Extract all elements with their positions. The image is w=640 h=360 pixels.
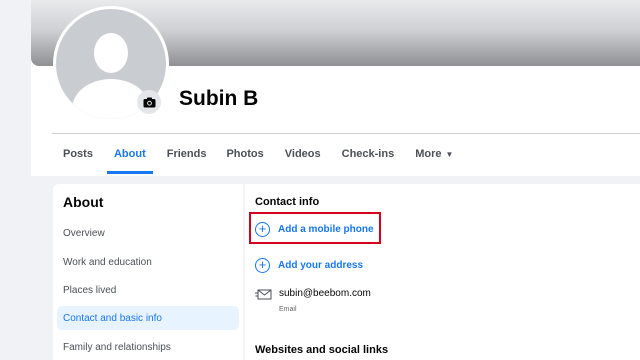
tab-photos-label: Photos xyxy=(226,148,264,160)
add-address-label: Add your address xyxy=(278,259,364,271)
avatar-head-shape xyxy=(94,33,128,73)
sidebar-item-label: Overview xyxy=(63,227,105,239)
tab-about[interactable]: About xyxy=(107,134,153,174)
sidebar-item-overview[interactable]: Overview xyxy=(57,221,239,245)
tab-more-label: More xyxy=(415,148,442,160)
plus-circle-icon: + xyxy=(255,221,270,237)
tab-posts-label: Posts xyxy=(63,148,93,160)
email-row: subin@beebom.com Email xyxy=(255,288,371,313)
tab-check-ins-label: Check-ins xyxy=(341,148,395,160)
email-type-label: Email xyxy=(279,306,297,313)
plus-circle-icon: + xyxy=(255,257,270,273)
add-mobile-phone-button[interactable]: + Add a mobile phone xyxy=(255,219,374,239)
websites-title: Websites and social links xyxy=(255,344,389,356)
tab-more[interactable]: More ▼ xyxy=(415,134,453,174)
sidebar-item-work-education[interactable]: Work and education xyxy=(57,250,239,274)
add-address-button[interactable]: + Add your address xyxy=(255,255,363,275)
tab-posts[interactable]: Posts xyxy=(63,134,93,174)
envelope-icon xyxy=(255,289,272,300)
profile-tabs: Posts About Friends Photos Videos Check-… xyxy=(52,134,453,174)
sidebar-item-places-lived[interactable]: Places lived xyxy=(57,278,239,302)
camera-icon xyxy=(143,97,155,107)
sidebar-item-label: Work and education xyxy=(63,256,152,268)
tab-videos[interactable]: Videos xyxy=(285,134,321,174)
sidebar-item-label: Places lived xyxy=(63,284,117,296)
tab-photos[interactable]: Photos xyxy=(226,134,263,174)
tab-friends-label: Friends xyxy=(166,148,207,160)
tab-videos-label: Videos xyxy=(284,148,321,160)
email-value: subin@beebom.com xyxy=(279,288,371,299)
tab-friends[interactable]: Friends xyxy=(167,134,207,174)
sidebar-item-label: Contact and basic info xyxy=(63,312,162,324)
profile-name: Subin B xyxy=(179,87,259,110)
tab-about-label: About xyxy=(113,148,146,160)
sidebar-item-contact-basic-info[interactable]: Contact and basic info xyxy=(57,306,239,330)
update-photo-button[interactable] xyxy=(137,90,161,114)
profile-header: Subin B Posts About Friends Photos Video… xyxy=(31,0,640,176)
tab-check-ins[interactable]: Check-ins xyxy=(342,134,395,174)
sidebar-item-family-relationships[interactable]: Family and relationships xyxy=(57,335,239,359)
contact-info-title: Contact info xyxy=(255,196,320,208)
sidebar-item-label: Family and relationships xyxy=(63,341,171,353)
caret-down-icon: ▼ xyxy=(445,149,454,159)
sidebar-title: About xyxy=(63,194,104,210)
add-mobile-phone-label: Add a mobile phone xyxy=(278,223,374,235)
about-content: Contact info + Add a mobile phone + Add … xyxy=(245,184,640,360)
about-sidebar: About Overview Work and education Places… xyxy=(53,184,243,360)
